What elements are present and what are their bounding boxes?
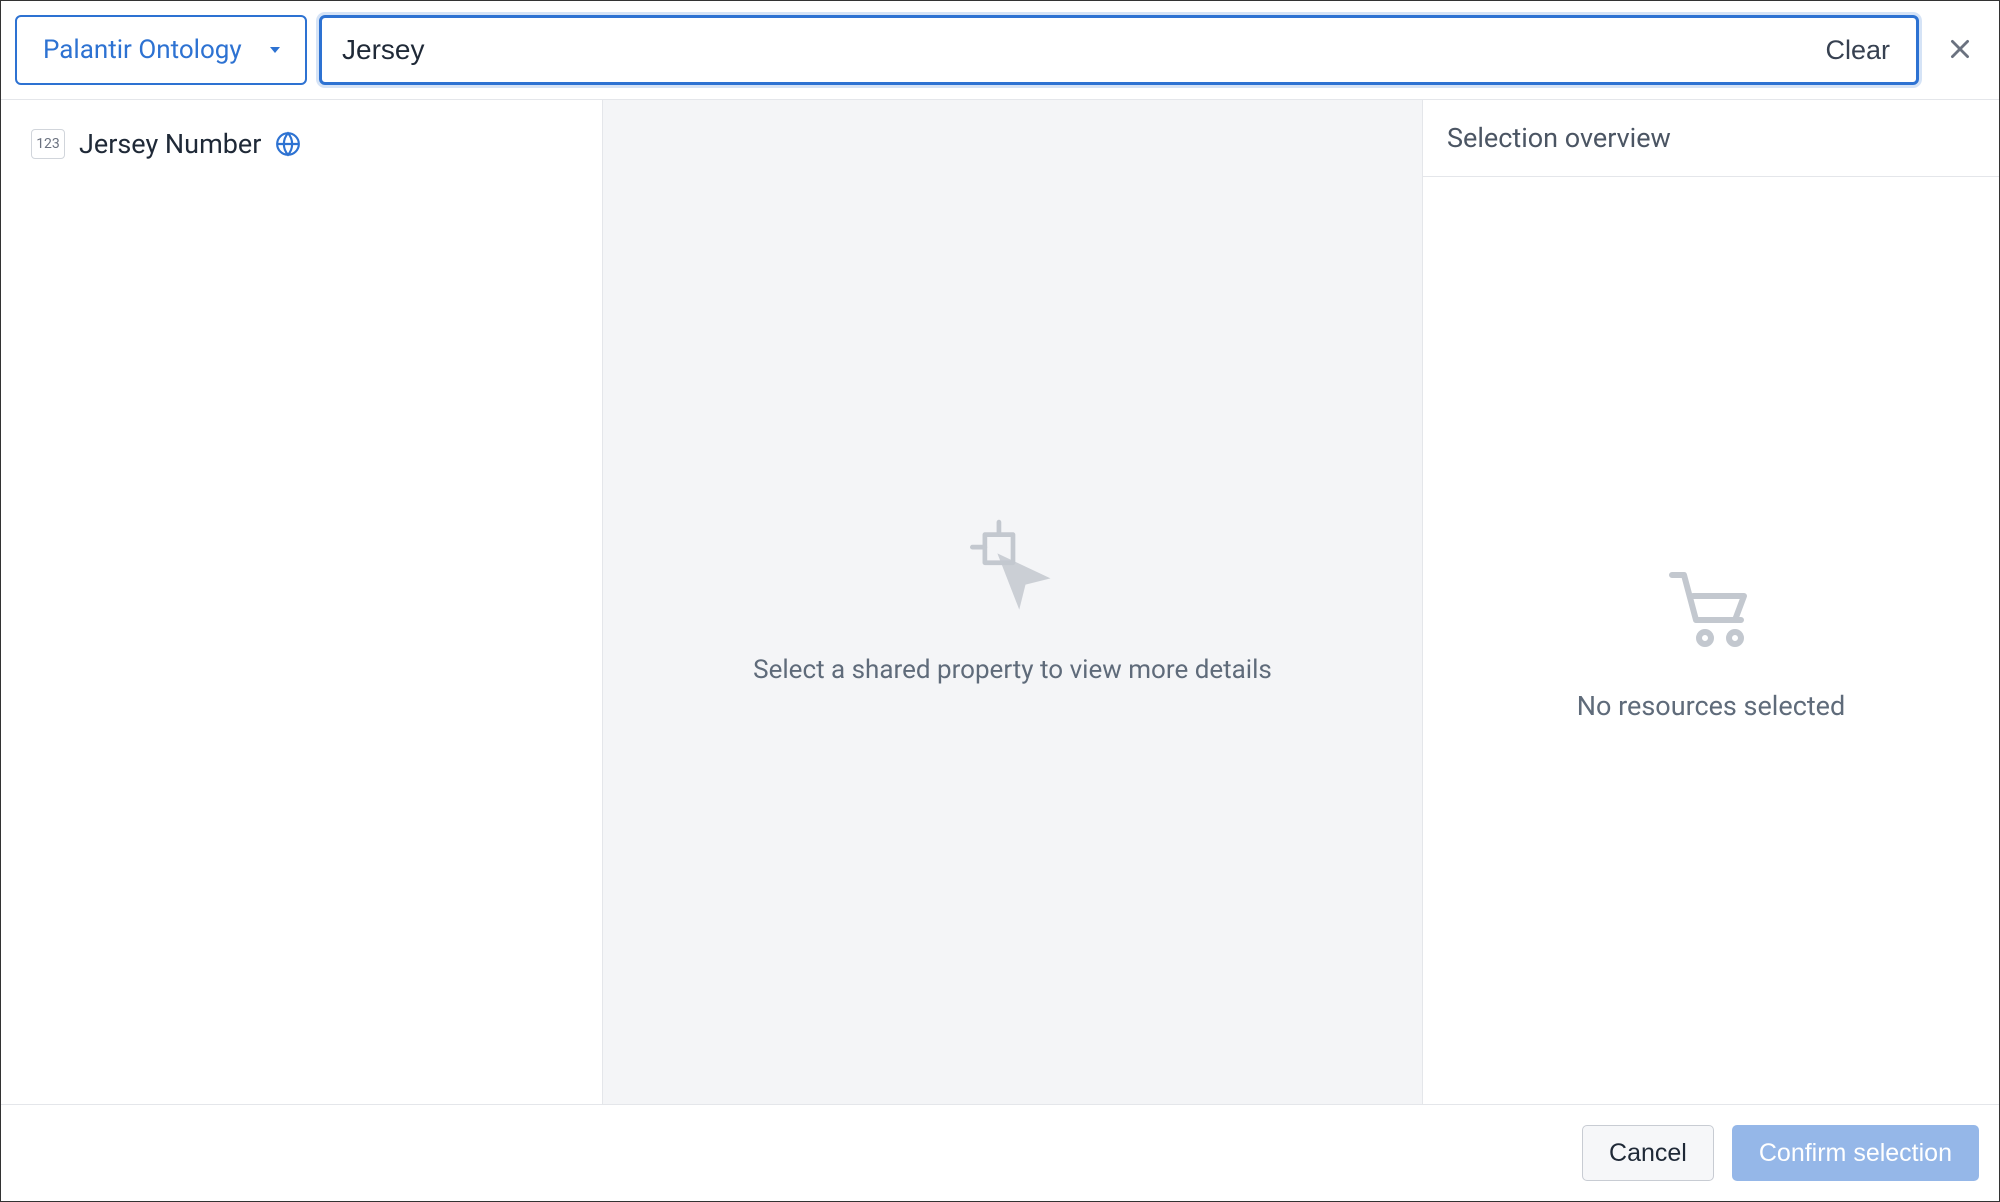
selection-panel: Selection overview No resources selected <box>1423 100 1999 1104</box>
search-input[interactable] <box>342 34 1821 66</box>
clear-button[interactable]: Clear <box>1821 29 1894 72</box>
type-badge-number: 123 <box>31 129 65 159</box>
detail-placeholder-message: Select a shared property to view more de… <box>753 655 1272 685</box>
search-field-wrapper: Clear <box>319 15 1919 85</box>
close-icon <box>1947 36 1973 65</box>
globe-icon <box>275 131 301 157</box>
result-item[interactable]: 123 Jersey Number <box>27 122 576 166</box>
ontology-select-label: Palantir Ontology <box>43 35 242 65</box>
selection-header: Selection overview <box>1423 100 1999 177</box>
select-placeholder-icon <box>963 519 1063 623</box>
cart-icon <box>1663 560 1759 660</box>
header-bar: Palantir Ontology Clear <box>1 1 1999 100</box>
confirm-selection-button[interactable]: Confirm selection <box>1732 1125 1979 1181</box>
result-item-label: Jersey Number <box>79 128 261 160</box>
detail-panel: Select a shared property to view more de… <box>603 100 1423 1104</box>
cancel-button[interactable]: Cancel <box>1582 1125 1714 1181</box>
selection-body: No resources selected <box>1423 177 1999 1104</box>
main-body: 123 Jersey Number Select a shared proper… <box>1 100 1999 1104</box>
ontology-select[interactable]: Palantir Ontology <box>15 15 307 85</box>
footer-bar: Cancel Confirm selection <box>1 1104 1999 1201</box>
selection-empty-message: No resources selected <box>1577 690 1845 722</box>
results-panel: 123 Jersey Number <box>1 100 603 1104</box>
close-button[interactable] <box>1931 26 1983 75</box>
chevron-down-icon <box>267 35 283 65</box>
